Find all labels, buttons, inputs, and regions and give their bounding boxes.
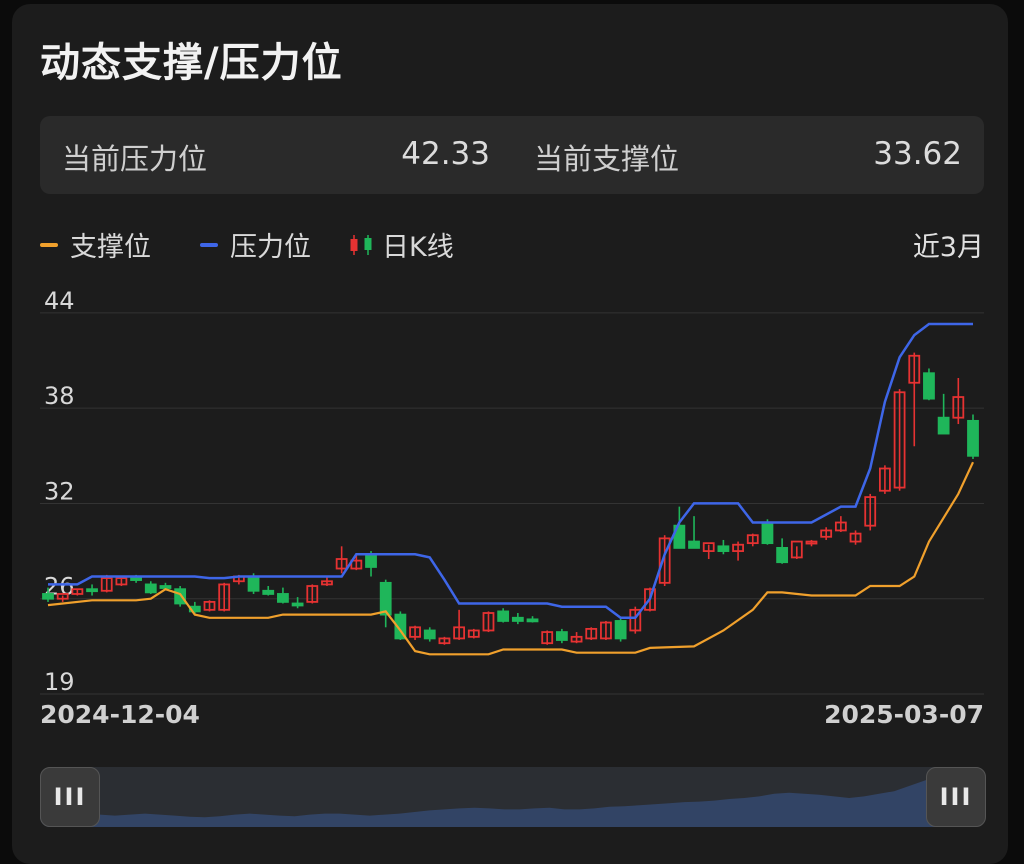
y-tick-label: 19 xyxy=(44,668,75,696)
x-start-date: 2024-12-04 xyxy=(40,700,200,729)
candle-down xyxy=(379,581,392,616)
candle-down xyxy=(247,575,260,592)
candle-down xyxy=(423,629,436,640)
candle-down xyxy=(144,583,157,594)
candle-down xyxy=(614,620,627,640)
candle-down xyxy=(776,547,789,564)
resistance-line xyxy=(48,322,973,620)
candle-down xyxy=(174,588,187,605)
candle-down xyxy=(937,416,950,435)
candle-down xyxy=(365,553,377,568)
x-end-date: 2025-03-07 xyxy=(824,700,984,729)
support-line xyxy=(47,461,974,656)
slider-left-handle[interactable]: III xyxy=(40,767,100,827)
candle-down xyxy=(511,616,524,622)
candle-down xyxy=(291,602,304,607)
grip-icon: III xyxy=(53,783,87,811)
candle-down xyxy=(526,618,539,623)
y-tick-label: 32 xyxy=(44,477,75,505)
y-tick-label: 38 xyxy=(44,382,75,410)
volume-overview xyxy=(40,773,984,827)
volume-area xyxy=(40,773,984,827)
grip-icon: III xyxy=(939,783,973,811)
candle-down xyxy=(130,577,142,581)
candle-down xyxy=(923,372,935,400)
candle-down xyxy=(967,419,979,457)
candle-down xyxy=(497,610,510,622)
slider-right-handle[interactable]: III xyxy=(926,767,986,827)
candle-down xyxy=(86,588,98,593)
candle-down xyxy=(262,589,275,595)
candle-down xyxy=(555,631,568,641)
candle-down xyxy=(761,521,774,545)
candle-down xyxy=(42,593,54,600)
candle-down xyxy=(277,593,289,603)
range-slider[interactable] xyxy=(40,767,984,827)
candle-down xyxy=(159,585,172,589)
candle-down xyxy=(688,540,700,549)
y-tick-label: 44 xyxy=(44,287,75,315)
candle-down xyxy=(717,545,730,552)
